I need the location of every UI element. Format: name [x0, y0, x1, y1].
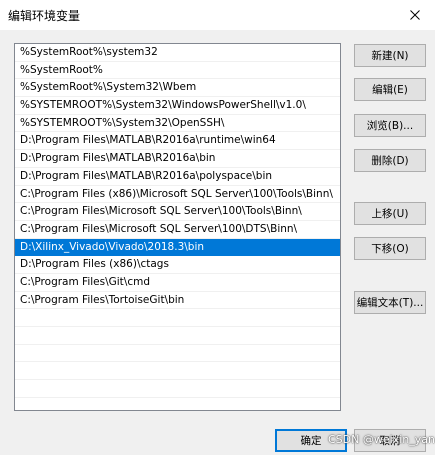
empty-list-item [15, 345, 340, 363]
dialog-body: %SystemRoot%\system32 %SystemRoot% %System… [0, 30, 435, 455]
list-item[interactable]: %SystemRoot%\system32 [15, 44, 340, 62]
ok-button[interactable]: 确定 [275, 429, 347, 452]
list-item[interactable]: C:\Program Files\TortoiseGit\bin [15, 292, 340, 310]
move-down-button[interactable]: 下移(O) [354, 237, 426, 260]
list-item[interactable]: %SYSTEMROOT%\System32\OpenSSH\ [15, 115, 340, 133]
list-item[interactable]: C:\Program Files (x86)\Microsoft SQL Ser… [15, 186, 340, 204]
delete-button[interactable]: 删除(D) [354, 149, 426, 172]
list-item[interactable]: %SystemRoot%\System32\Wbem [15, 79, 340, 98]
edit-text-button[interactable]: 编辑文本(T)... [354, 291, 426, 314]
close-icon [410, 10, 420, 20]
list-item[interactable]: D:\Xilinx_Vivado\Vivado\2018.3\bin [15, 238, 340, 257]
path-list[interactable]: %SystemRoot%\system32 %SystemRoot% %System… [14, 43, 341, 411]
new-button[interactable]: 新建(N) [354, 44, 426, 67]
close-button[interactable] [395, 0, 435, 30]
empty-list-item [15, 380, 340, 398]
list-item[interactable]: C:\Program Files\Git\cmd [15, 274, 340, 292]
list-item[interactable]: %SystemRoot% [15, 62, 340, 80]
empty-list-item [15, 309, 340, 327]
cancel-button[interactable]: 取消 [354, 429, 426, 452]
list-item[interactable]: %SYSTEMROOT%\System32\WindowsPowerShell\… [15, 97, 340, 115]
list-item[interactable]: D:\Program Files\MATLAB\R2016a\runtime\w… [15, 132, 340, 151]
empty-list-item [15, 398, 340, 410]
move-up-button[interactable]: 上移(U) [354, 202, 426, 225]
empty-list-item [15, 327, 340, 345]
list-item[interactable]: C:\Program Files\Microsoft SQL Server\10… [15, 203, 340, 221]
empty-list-item [15, 362, 340, 381]
list-item[interactable]: D:\Program Files\MATLAB\R2016a\polyspace… [15, 168, 340, 186]
window-title: 编辑环境变量 [8, 9, 81, 23]
title-bar: 编辑环境变量 [0, 0, 435, 30]
edit-button[interactable]: 编辑(E) [354, 78, 426, 101]
browse-button[interactable]: 浏览(B)... [354, 114, 426, 137]
list-item[interactable]: D:\Program Files\MATLAB\R2016a\bin [15, 150, 340, 168]
list-item[interactable]: D:\Program Files (x86)\ctags [15, 256, 340, 274]
list-item[interactable]: C:\Program Files\Microsoft SQL Server\10… [15, 221, 340, 239]
